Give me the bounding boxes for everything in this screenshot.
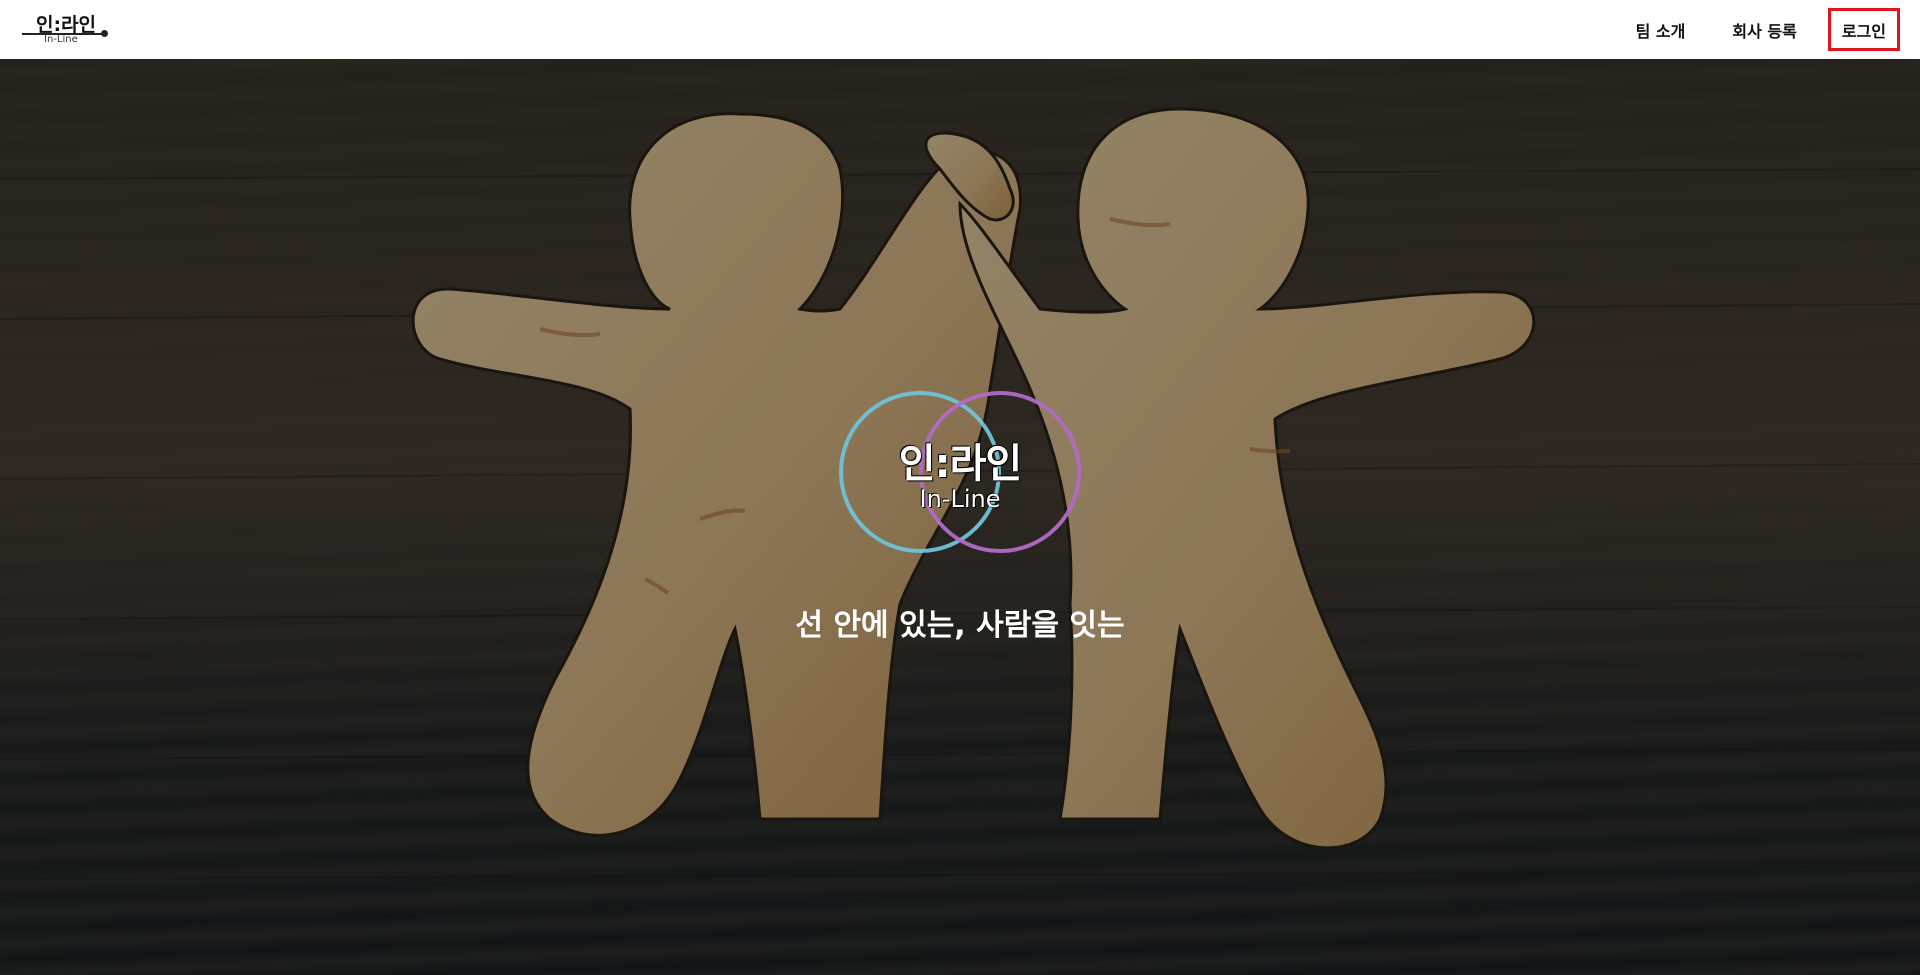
top-header: 인:라인 In-Line 팀 소개 회사 등록 로그인 bbox=[0, 0, 1920, 59]
hero-section: 인:라인 In-Line 선 안에 있는, 사람을 잇는 bbox=[0, 59, 1920, 975]
nav-team-intro[interactable]: 팀 소개 bbox=[1636, 18, 1686, 42]
nav-login-button[interactable]: 로그인 bbox=[1827, 8, 1900, 51]
logo-dot bbox=[101, 30, 108, 37]
hero-logo-english: In-Line bbox=[919, 485, 1001, 513]
hero-logo: 인:라인 In-Line bbox=[838, 389, 1082, 555]
hero-tagline: 선 안에 있는, 사람을 잇는 bbox=[795, 608, 1125, 643]
site-logo-english: In-Line bbox=[44, 34, 78, 45]
nav-company-register[interactable]: 회사 등록 bbox=[1732, 18, 1796, 42]
hero-logo-korean: 인:라인 bbox=[898, 441, 1022, 487]
site-logo[interactable]: 인:라인 In-Line bbox=[20, 10, 110, 50]
main-nav: 팀 소개 회사 등록 로그인 bbox=[1589, 8, 1900, 51]
